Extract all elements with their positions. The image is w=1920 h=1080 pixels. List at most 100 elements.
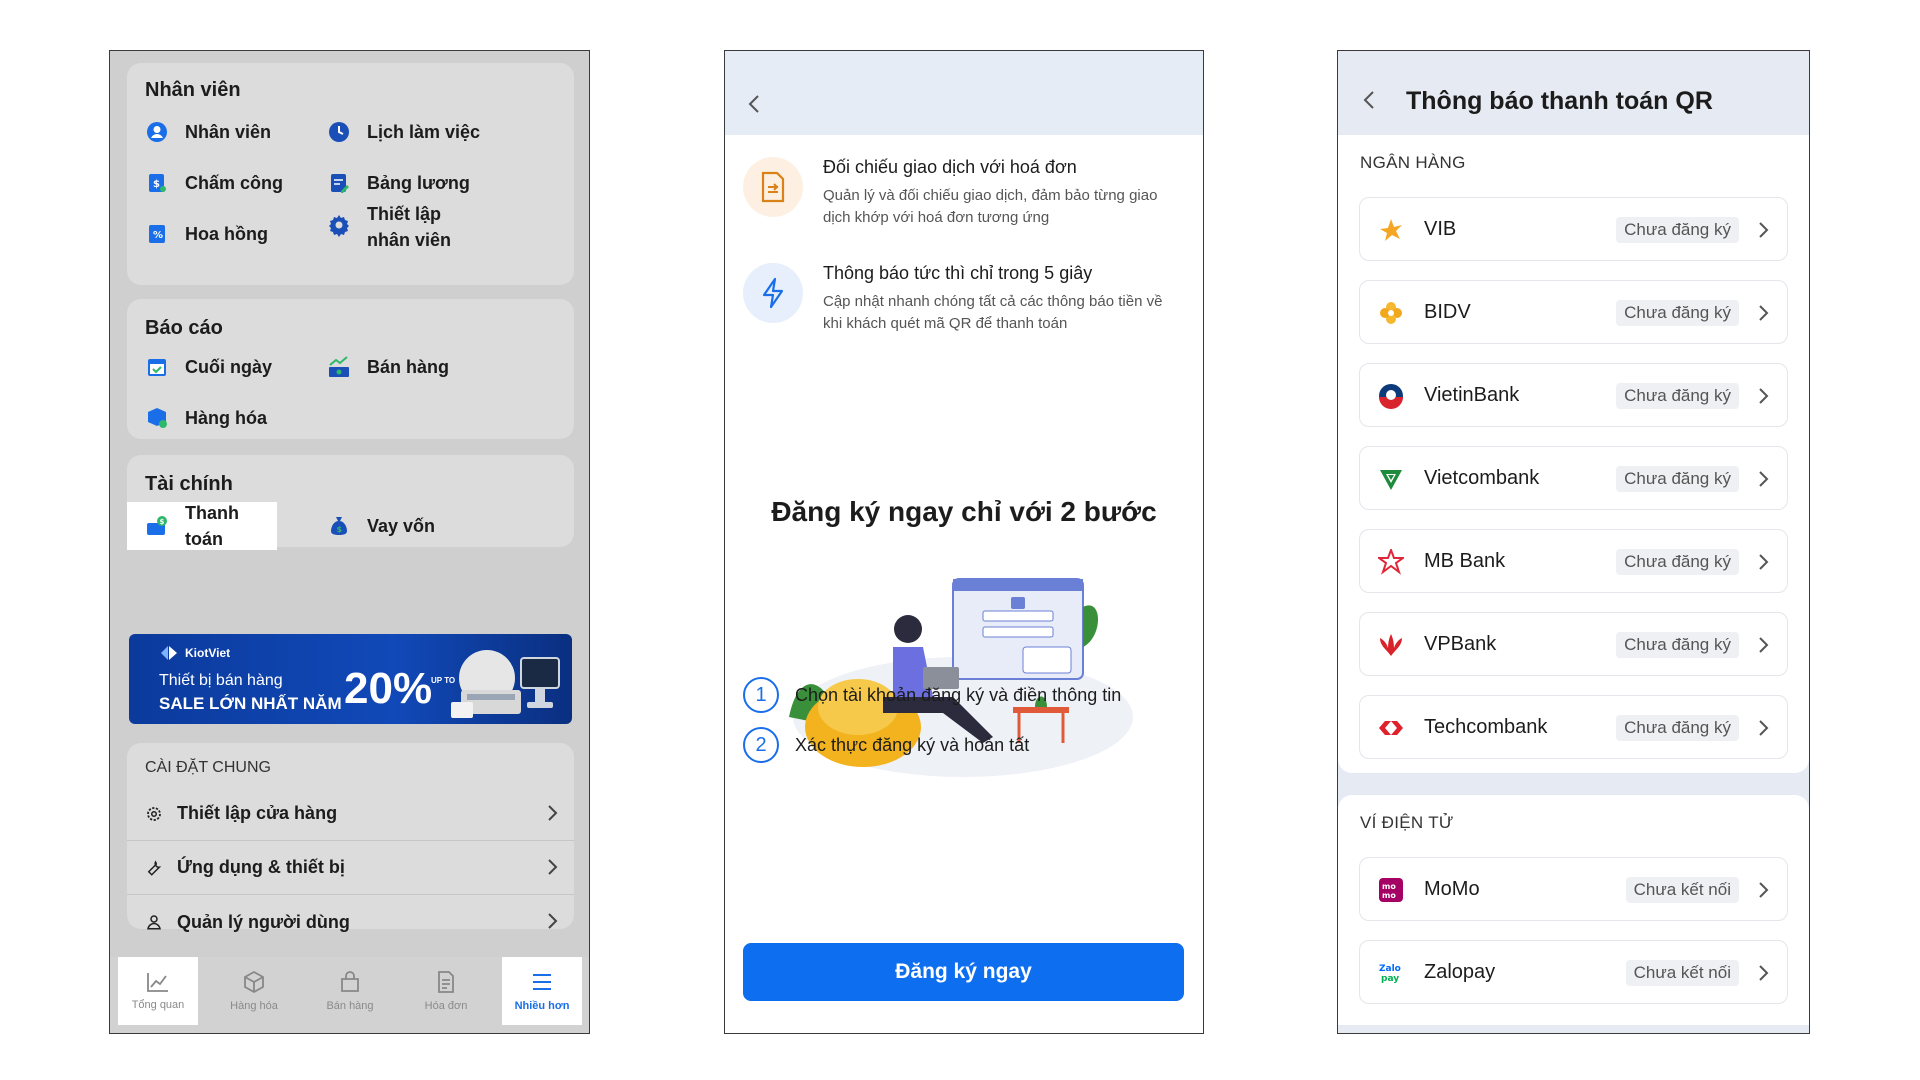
calendar-icon <box>148 359 166 376</box>
commission-icon: % <box>149 225 165 243</box>
momo-logo-icon: momo <box>1379 878 1403 902</box>
tab-goods[interactable]: Hàng hóa <box>214 957 294 1025</box>
zalopay-logo-icon: Zalopay <box>1379 964 1401 984</box>
chevron-right-icon <box>1759 471 1769 487</box>
menu-item-payroll[interactable]: Bảng lương <box>327 170 470 196</box>
menu-item-timekeeping[interactable]: $ Chấm công <box>145 170 283 196</box>
tab-invoices[interactable]: Hóa đơn <box>406 957 486 1025</box>
tab-more[interactable]: Nhiều hơn <box>502 957 582 1025</box>
tab-label: Hóa đơn <box>424 1000 468 1012</box>
menu-item-sales-report[interactable]: Bán hàng <box>327 354 449 380</box>
step-1: 1 Chọn tài khoản đăng ký và điền thông t… <box>743 677 1121 713</box>
tab-label: Tổng quan <box>131 999 185 1011</box>
chevron-right-icon <box>1759 388 1769 404</box>
more-menu-screen: Nhân viên Nhân viên Lịch làm việc $ Chấm… <box>109 50 590 1034</box>
register-heading: Đăng ký ngay chỉ với 2 bước <box>771 496 1157 527</box>
feature-reconcile: Đối chiếu giao dịch với hoá đơn Quản lý … <box>743 157 1183 247</box>
tab-overview[interactable]: Tổng quan <box>118 957 198 1025</box>
timesheet-icon: $ <box>149 174 166 192</box>
status-badge: Chưa đăng ký <box>1616 632 1739 658</box>
menu-item-loan[interactable]: $ Vay vốn <box>327 513 435 539</box>
step-text: Chọn tài khoản đăng ký và điền thông tin <box>795 684 1122 705</box>
bank-row-vpbank[interactable]: VPBank Chưa đăng ký <box>1359 612 1788 676</box>
techcombank-logo-icon <box>1379 721 1403 735</box>
general-settings-title: CÀI ĐẶT CHUNG <box>145 759 271 776</box>
feature-title: Thông báo tức thì chỉ trong 5 giây <box>823 263 1093 283</box>
mbbank-logo-icon <box>1378 549 1404 575</box>
chevron-right-icon <box>1759 554 1769 570</box>
vietcombank-logo-icon <box>1380 470 1402 490</box>
sales-chart-icon <box>329 356 349 377</box>
wallet-row-zalopay[interactable]: Zalo pay Zalopay Chưa kết nối <box>1359 940 1788 1004</box>
wallet-name: MoMo <box>1424 878 1480 900</box>
clock-icon <box>329 122 349 142</box>
menu-item-staff-settings[interactable]: Thiết lập nhân viên <box>327 201 487 253</box>
vietinbank-logo-icon <box>1379 384 1403 409</box>
money-bag-icon: $ <box>331 517 347 535</box>
back-arrow-icon[interactable] <box>1362 89 1376 111</box>
menu-item-label: Hoa hồng <box>185 224 268 244</box>
box-icon <box>244 970 264 994</box>
status-badge: Chưa đăng ký <box>1616 466 1739 492</box>
invoice-icon <box>761 171 785 203</box>
menu-item-label: Bán hàng <box>367 357 450 377</box>
gear-icon <box>147 806 161 821</box>
menu-item-label: Nhân viên <box>185 122 272 142</box>
gear-icon <box>329 215 349 237</box>
bank-row-vib[interactable]: VIB Chưa đăng ký <box>1359 197 1788 261</box>
menu-item-label: Chấm công <box>185 173 284 193</box>
chevron-right-icon <box>548 805 558 821</box>
feature-desc: Cập nhật nhanh chóng tất cả các thông bá… <box>823 293 1163 332</box>
bank-row-vietcombank[interactable]: Vietcombank Chưa đăng ký <box>1359 446 1788 510</box>
menu-item-schedule[interactable]: Lịch làm việc <box>327 119 480 145</box>
menu-item-end-of-day[interactable]: Cuối ngày <box>145 354 272 380</box>
settings-row-label: Thiết lập cửa hàng <box>177 803 338 823</box>
payment-icon: $ <box>147 516 167 535</box>
status-badge: Chưa đăng ký <box>1616 549 1739 575</box>
svg-text:pay: pay <box>1381 974 1399 984</box>
settings-row-apps-devices[interactable]: Ứng dụng & thiết bị <box>127 841 574 895</box>
svg-text:mo: mo <box>1382 891 1396 900</box>
reports-section-title: Báo cáo <box>145 317 223 339</box>
chevron-right-icon <box>1759 637 1769 653</box>
banner-sale-text: SALE LỚN NHẤT NĂM <box>159 694 342 713</box>
bank-row-bidv[interactable]: BIDV Chưa đăng ký <box>1359 280 1788 344</box>
chevron-right-icon <box>548 913 558 929</box>
settings-row-users[interactable]: Quản lý người dùng <box>127 895 574 949</box>
menu-item-label: Hàng hóa <box>185 408 268 428</box>
bank-row-mbbank[interactable]: MB Bank Chưa đăng ký <box>1359 529 1788 593</box>
step-number: 2 <box>743 727 779 763</box>
bank-row-vietinbank[interactable]: VietinBank Chưa đăng ký <box>1359 363 1788 427</box>
settings-row-store[interactable]: Thiết lập cửa hàng <box>127 787 574 841</box>
status-badge: Chưa đăng ký <box>1616 217 1739 243</box>
promo-banner[interactable]: KiotViet Thiết bị bán hàng SALE LỚN NHẤT… <box>129 634 572 724</box>
bank-row-techcombank[interactable]: Techcombank Chưa đăng ký <box>1359 695 1788 759</box>
chevron-right-icon <box>548 859 558 875</box>
menu-item-goods-report[interactable]: Hàng hóa <box>145 405 267 431</box>
tab-label: Bán hàng <box>326 1000 374 1012</box>
staff-section: Nhân viên Nhân viên Lịch làm việc $ Chấm… <box>127 63 574 285</box>
wrench-icon <box>147 860 162 876</box>
payroll-icon <box>331 174 349 193</box>
status-badge: Chưa kết nối <box>1625 960 1739 986</box>
chart-icon <box>147 973 168 992</box>
qr-payment-notify-screen: Thông báo thanh toán QR NGÂN HÀNG VIB Ch… <box>1337 50 1810 1034</box>
vpbank-logo-icon <box>1380 634 1402 656</box>
header-bar <box>725 51 1203 135</box>
banks-section-label: NGÂN HÀNG <box>1360 153 1466 172</box>
feature-icon-bg <box>743 263 803 323</box>
tab-sales[interactable]: Bán hàng <box>310 957 390 1025</box>
settings-row-label: Quản lý người dùng <box>177 911 350 932</box>
svg-text:$: $ <box>153 179 160 190</box>
page-title: Thông báo thanh toán QR <box>1406 87 1713 115</box>
menu-item-commission[interactable]: % Hoa hồng <box>145 221 268 247</box>
menu-item-staff[interactable]: Nhân viên <box>145 119 271 145</box>
menu-item-payment[interactable]: $ Thanh toán <box>127 502 277 550</box>
back-arrow-icon[interactable] <box>747 93 761 115</box>
chevron-right-icon <box>1759 882 1769 898</box>
wallet-row-momo[interactable]: mo mo MoMo Chưa kết nối <box>1359 857 1788 921</box>
kiotviet-logo-icon <box>161 646 177 660</box>
bank-name: VPBank <box>1424 633 1497 655</box>
user-outline-icon <box>147 915 161 930</box>
register-now-button[interactable]: Đăng ký ngay <box>743 943 1184 1001</box>
